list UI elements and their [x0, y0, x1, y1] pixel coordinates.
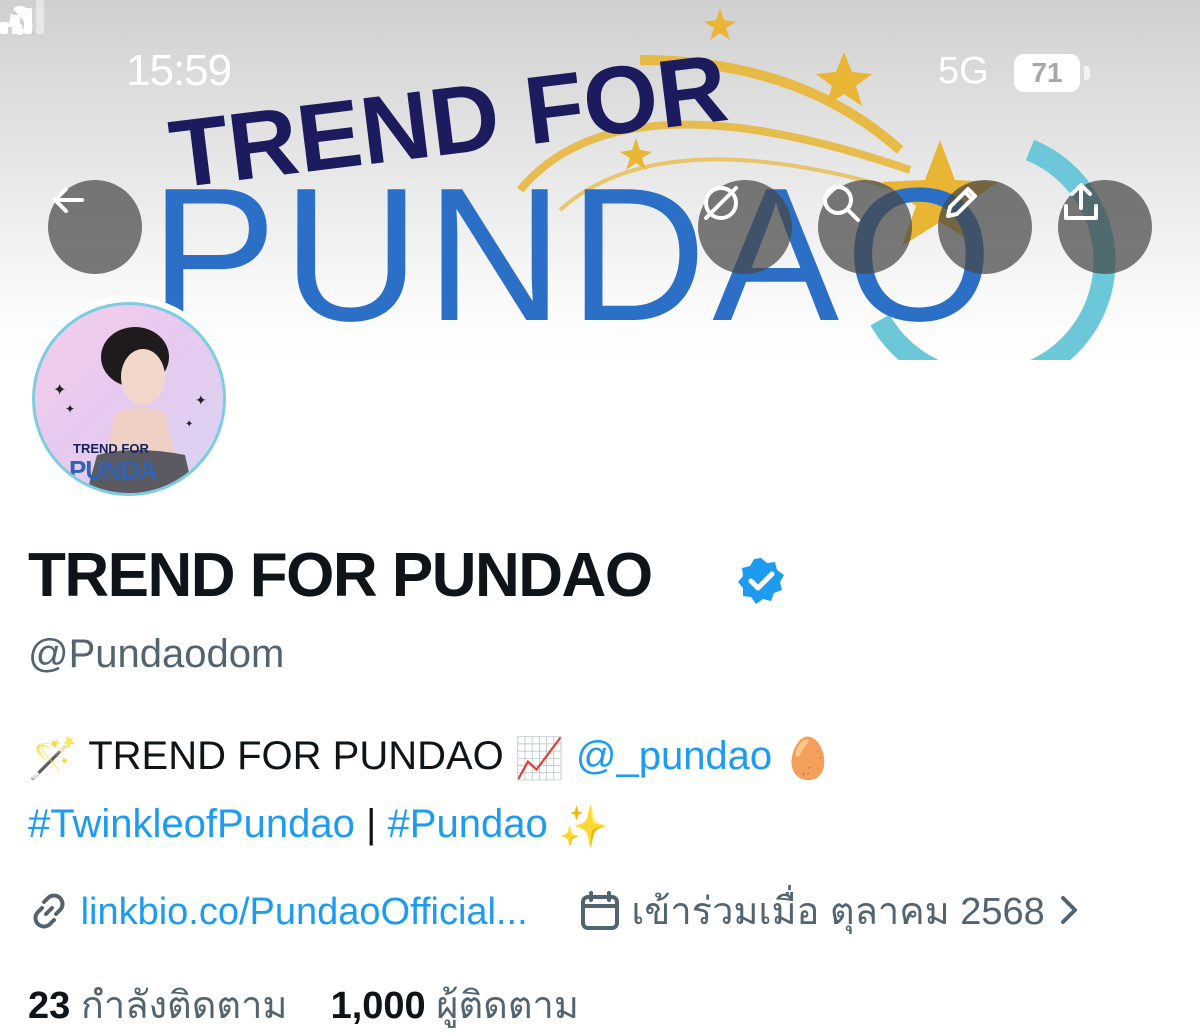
profile-meta-row: linkbio.co/PundaoOfficial... เข้าร่วมเมื… — [28, 880, 1083, 941]
hashtag-pundao[interactable]: #Pundao — [388, 802, 548, 846]
sparkles-emoji: ✨ — [558, 804, 609, 849]
following-count: 23 — [28, 985, 71, 1027]
back-button[interactable] — [48, 180, 142, 274]
profile-website-link[interactable]: linkbio.co/PundaoOfficial... — [81, 891, 528, 933]
followers-label: ผู้ติดตาม — [436, 985, 579, 1027]
avatar-label-bottom: PUNDA — [69, 455, 157, 485]
svg-text:✦: ✦ — [65, 402, 75, 416]
link-icon — [33, 893, 65, 929]
chevron-right-icon[interactable] — [1055, 892, 1083, 928]
arrow-left-icon — [53, 187, 84, 213]
avatar-label-top: TREND FOR — [73, 441, 149, 456]
wand-emoji: 🪄 — [28, 736, 78, 781]
svg-text:✦: ✦ — [53, 382, 66, 399]
bio-separator: | — [366, 802, 377, 846]
grok-button[interactable] — [698, 180, 792, 274]
battery-level: 71 — [1014, 54, 1080, 92]
user-handle: @Pundaodom — [28, 632, 285, 676]
chart-emoji: 📈 — [514, 736, 565, 781]
share-button[interactable] — [1058, 180, 1152, 274]
follow-stats: 23 กำลังติดตาม 1,000 ผู้ติดตาม — [28, 974, 579, 1035]
edit-icon — [946, 187, 977, 218]
calendar-icon — [580, 891, 619, 930]
verified-badge-icon[interactable] — [736, 556, 786, 606]
display-name: TREND FOR PUNDAO — [28, 541, 653, 610]
egg-emoji: 🥚 — [783, 736, 834, 781]
edit-button[interactable] — [938, 180, 1032, 274]
search-icon — [823, 185, 860, 222]
bio-mention-link[interactable]: @_pundao — [576, 734, 772, 778]
share-icon — [1064, 183, 1098, 220]
status-time: 15:59 — [126, 46, 232, 95]
battery-tip — [1084, 66, 1090, 80]
search-button[interactable] — [818, 180, 912, 274]
hashtag-twinkleofpundao[interactable]: #TwinkleofPundao — [28, 802, 355, 846]
followers-count: 1,000 — [330, 985, 426, 1027]
svg-text:✦: ✦ — [195, 392, 207, 408]
grok-icon — [704, 186, 738, 220]
profile-avatar[interactable]: ✦ ✦ ✦ ✦ TREND FOR PUNDA — [26, 296, 232, 502]
network-type: 5G — [938, 50, 989, 92]
bio-text: TREND FOR PUNDAO — [88, 734, 504, 778]
signal-strength-icon — [0, 0, 44, 34]
bio-line-1: 🪄 TREND FOR PUNDAO 📈 @_pundao 🥚 — [28, 734, 833, 782]
avatar-image: ✦ ✦ ✦ ✦ TREND FOR PUNDA — [32, 302, 226, 496]
svg-text:✦: ✦ — [185, 419, 193, 430]
followers-stat[interactable]: 1,000 ผู้ติดตาม — [331, 985, 579, 1027]
following-stat[interactable]: 23 กำลังติดตาม — [28, 985, 287, 1027]
joined-date: เข้าร่วมเมื่อ ตุลาคม 2568 — [631, 891, 1045, 933]
following-label: กำลังติดตาม — [80, 985, 288, 1027]
bio-line-2: #TwinkleofPundao | #Pundao ✨ — [28, 802, 609, 850]
